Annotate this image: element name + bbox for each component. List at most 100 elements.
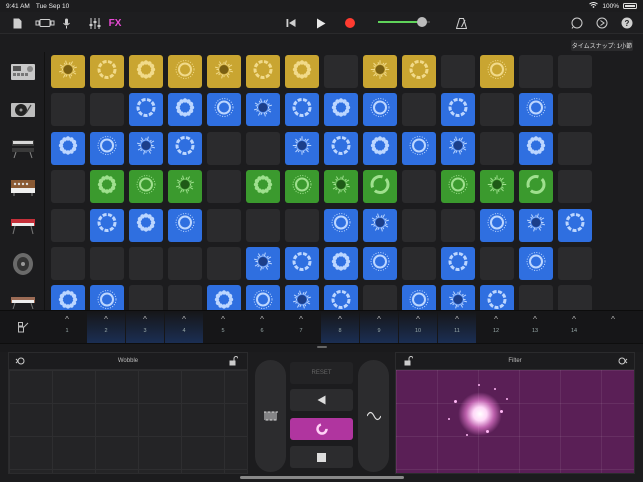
panel-drag-handle[interactable] (317, 346, 327, 348)
loop-cell[interactable] (207, 55, 241, 88)
loop-cell[interactable] (324, 247, 358, 280)
loop-cell[interactable] (51, 131, 85, 165)
loop-cell[interactable] (51, 55, 85, 88)
loop-cell[interactable] (441, 93, 475, 127)
loop-cell[interactable] (441, 170, 475, 204)
loop-cell[interactable] (324, 131, 358, 165)
column-trigger[interactable]: ^ 5 (204, 311, 242, 344)
loop-cell[interactable] (363, 208, 397, 242)
empty-cell[interactable] (246, 208, 280, 242)
record-icon[interactable] (343, 15, 357, 31)
loop-cell[interactable] (129, 93, 163, 127)
loop-cell[interactable] (168, 170, 202, 204)
swap-effect-icon[interactable] (616, 356, 628, 367)
empty-cell[interactable] (519, 55, 553, 88)
loop-cell[interactable] (324, 170, 358, 204)
swap-effect-icon[interactable] (15, 356, 27, 367)
loop-cell[interactable] (90, 55, 124, 88)
column-trigger[interactable]: ^ 2 (87, 311, 125, 344)
empty-cell[interactable] (51, 93, 85, 127)
empty-cell[interactable] (90, 93, 124, 127)
empty-cell[interactable] (90, 247, 124, 280)
empty-cell[interactable] (51, 247, 85, 280)
reset-button[interactable]: RESET (290, 362, 353, 384)
loop-cell[interactable] (285, 131, 319, 165)
column-trigger[interactable]: ^ 6 (243, 311, 281, 344)
empty-cell[interactable] (129, 247, 163, 280)
column-trigger[interactable]: ^ 13 (516, 311, 554, 344)
lock-open-icon[interactable] (404, 356, 416, 367)
empty-cell[interactable] (558, 131, 592, 165)
column-trigger[interactable]: ^ 4 (165, 311, 203, 344)
column-trigger[interactable]: ^ 14 (555, 311, 593, 344)
mic-icon[interactable] (60, 15, 72, 31)
home-indicator[interactable] (240, 476, 404, 479)
column-trigger[interactable]: ^ 7 (282, 311, 320, 344)
empty-cell[interactable] (558, 55, 592, 88)
empty-cell[interactable] (558, 247, 592, 280)
loop-cell[interactable] (519, 131, 553, 165)
empty-cell[interactable] (207, 208, 241, 242)
loop-cell[interactable] (324, 93, 358, 127)
turntable-icon[interactable] (4, 93, 42, 126)
loop-cell[interactable] (480, 208, 514, 242)
empty-cell[interactable] (441, 55, 475, 88)
loop-cell[interactable] (402, 131, 436, 165)
empty-cell[interactable] (402, 93, 436, 127)
column-trigger[interactable]: ^ 8 (321, 311, 359, 344)
time-snap-button[interactable]: タイムスナップ: 1小節 (571, 40, 633, 51)
column-trigger[interactable]: ^ 11 (438, 311, 476, 344)
loop-cell[interactable] (129, 170, 163, 204)
loop-cell[interactable] (168, 55, 202, 88)
loop-cell[interactable] (246, 55, 280, 88)
settings-icon[interactable] (595, 15, 609, 31)
reverse-button[interactable] (290, 389, 353, 411)
loop-cell[interactable] (441, 247, 475, 280)
loop-cell[interactable] (168, 93, 202, 127)
document-icon[interactable] (10, 15, 24, 31)
loop-cell[interactable] (363, 131, 397, 165)
empty-cell[interactable] (558, 170, 592, 204)
loop-cell[interactable] (129, 131, 163, 165)
loop-cell[interactable] (480, 55, 514, 88)
column-trigger[interactable]: ^ 3 (126, 311, 164, 344)
empty-cell[interactable] (441, 208, 475, 242)
empty-cell[interactable] (402, 247, 436, 280)
loop-cell[interactable] (285, 55, 319, 88)
empty-cell[interactable] (51, 170, 85, 204)
metronome-icon[interactable] (454, 15, 468, 31)
mixer-icon[interactable] (88, 15, 102, 31)
column-trigger[interactable]: ^ 10 (399, 311, 437, 344)
loop-cell[interactable] (519, 170, 553, 204)
loop-cell[interactable] (363, 247, 397, 280)
loop-cell[interactable] (363, 170, 397, 204)
volume-knob[interactable] (417, 17, 428, 27)
loop-cell[interactable] (441, 131, 475, 165)
loop-cell[interactable] (285, 247, 319, 280)
loop-cell[interactable] (207, 93, 241, 127)
loop-cell[interactable] (519, 247, 553, 280)
loop-cell[interactable] (168, 131, 202, 165)
loop-cell[interactable] (519, 208, 553, 242)
volume-slider[interactable] (378, 17, 430, 27)
bass-speaker-icon[interactable] (4, 247, 42, 280)
edit-grid-icon[interactable] (4, 311, 42, 344)
column-trigger[interactable]: ^ 1 (48, 311, 86, 344)
column-trigger[interactable]: ^ 9 (360, 311, 398, 344)
empty-cell[interactable] (207, 131, 241, 165)
empty-cell[interactable] (207, 247, 241, 280)
filter-xy-pad[interactable] (396, 370, 634, 473)
help-icon[interactable]: ? (620, 15, 634, 31)
column-trigger[interactable]: ^ 12 (477, 311, 515, 344)
loop-cell[interactable] (480, 170, 514, 204)
loop-cell[interactable] (285, 93, 319, 127)
empty-cell[interactable] (246, 131, 280, 165)
lock-open-icon[interactable] (229, 356, 241, 367)
loop-cell[interactable] (246, 170, 280, 204)
loop-cell[interactable] (363, 55, 397, 88)
scratch-button[interactable] (290, 418, 353, 440)
loop-cell[interactable] (246, 247, 280, 280)
loop-icon[interactable] (570, 15, 584, 31)
empty-cell[interactable] (480, 247, 514, 280)
empty-cell[interactable] (480, 93, 514, 127)
